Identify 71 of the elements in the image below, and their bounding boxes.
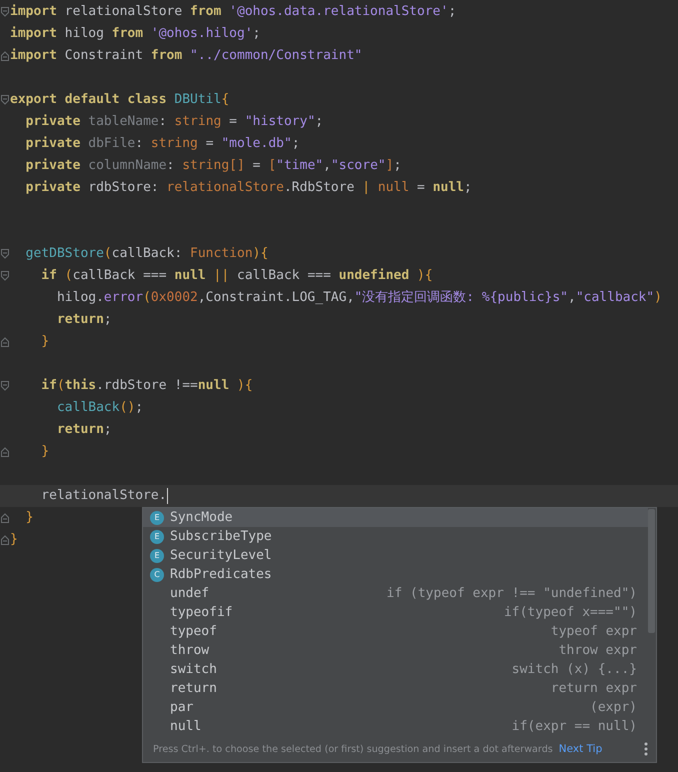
next-tip-link[interactable]: Next Tip	[558, 743, 602, 755]
code-line: return;	[56, 421, 112, 439]
suggestion-hint: return expr	[550, 681, 637, 696]
code-line: callBack();	[56, 399, 144, 417]
text-caret	[166, 488, 168, 504]
tip-text: Press Ctrl+. to choose the selected (or first) suggestion and insert a dot afterwards	[153, 744, 553, 754]
suggestion-label: typeofif	[170, 605, 233, 620]
code-line: return;	[56, 311, 112, 329]
symbol-kind-icon: E	[150, 548, 164, 562]
suggestion-item[interactable]: E SubscribeType	[143, 527, 648, 546]
code-line: }	[24, 509, 34, 527]
code-line: import Constraint from "../common/Constraint"	[10, 47, 362, 65]
code-line: hilog.error(0x0002,Constraint.LOG_TAG,"没有指定回调函数: %{public}s","callback")	[56, 289, 662, 307]
suggestion-hint: (expr)	[590, 700, 637, 715]
symbol-kind-icon: E	[150, 530, 164, 544]
suggestion-hint: if (typeof expr !== "undefined")	[386, 586, 637, 601]
code-line: }	[10, 531, 18, 549]
fold-icon[interactable]	[0, 446, 10, 458]
fold-icon[interactable]	[0, 512, 10, 524]
suggestion-item[interactable]: return return expr	[143, 679, 648, 698]
fold-icon[interactable]	[0, 94, 10, 106]
code-line: }	[40, 443, 50, 461]
code-line: import hilog from '@ohos.hilog';	[10, 25, 260, 43]
code-line: export default class DBUtil{	[10, 91, 230, 109]
suggestion-label: undef	[170, 586, 210, 601]
suggestion-item[interactable]: typeof typeof expr	[143, 622, 648, 641]
suggestion-item[interactable]: undef if (typeof expr !== "undefined")	[143, 584, 648, 603]
code-line: private rdbStore: relationalStore.RdbStore | null = null;	[24, 179, 472, 197]
suggestion-item[interactable]: switch switch (x) {...}	[143, 660, 648, 679]
suggestion-label: null	[170, 719, 202, 734]
code-line: if (callBack === null || callBack === undefined ){	[40, 267, 433, 285]
symbol-kind-icon: C	[150, 568, 164, 582]
suggestion-hint: throw expr	[558, 643, 637, 658]
code-line: }	[40, 333, 50, 351]
fold-icon[interactable]	[0, 6, 10, 18]
suggestion-label: switch	[170, 662, 217, 677]
suggestion-label: return	[170, 681, 217, 696]
suggestion-item[interactable]: E SyncMode	[143, 508, 648, 527]
fold-icon[interactable]	[0, 380, 10, 392]
suggestion-hint: if(expr == null)	[512, 719, 637, 734]
suggestion-item[interactable]: par (expr)	[143, 698, 648, 717]
fold-icon[interactable]	[0, 270, 10, 282]
fold-icon[interactable]	[0, 534, 10, 546]
suggestion-hint: switch (x) {...}	[512, 662, 637, 677]
suggestion-label: SyncMode	[170, 510, 233, 525]
code-line: if(this.rdbStore !==null ){	[40, 377, 253, 395]
suggestion-item[interactable]: typeofif if(typeof x==="")	[143, 603, 648, 622]
code-line: private columnName: string[] = ["time","score"];	[24, 157, 402, 175]
fold-icon[interactable]	[0, 50, 10, 62]
code-line: relationalStore.	[40, 487, 167, 505]
suggestion-item[interactable]: C RdbPredicates	[143, 565, 648, 584]
suggestion-label: SecurityLevel	[170, 548, 272, 563]
symbol-kind-icon: E	[150, 510, 164, 524]
suggestion-label: throw	[170, 643, 210, 658]
scrollbar-thumb[interactable]	[648, 509, 655, 633]
more-options-icon[interactable]	[644, 742, 648, 756]
suggestion-item[interactable]: E SecurityLevel	[143, 546, 648, 565]
fold-icon[interactable]	[0, 248, 10, 260]
fold-icon[interactable]	[0, 336, 10, 348]
suggestion-item[interactable]: throw throw expr	[143, 641, 648, 660]
suggestion-label: typeof	[170, 624, 217, 639]
suggestion-label: par	[170, 700, 194, 715]
suggestion-label: SubscribeType	[170, 529, 272, 544]
suggestion-hint: typeof expr	[550, 624, 637, 639]
code-line: getDBStore(callBack: Function){	[24, 245, 268, 263]
code-line: private dbFile: string = "mole.db";	[24, 135, 300, 153]
suggestion-item[interactable]: null if(expr == null)	[143, 717, 648, 736]
code-line: import relationalStore from '@ohos.data.relationalStore';	[10, 3, 456, 21]
suggestion-hint: if(typeof x==="")	[504, 605, 637, 620]
suggestion-label: RdbPredicates	[170, 567, 272, 582]
code-line: private tableName: string = "history";	[24, 113, 324, 131]
